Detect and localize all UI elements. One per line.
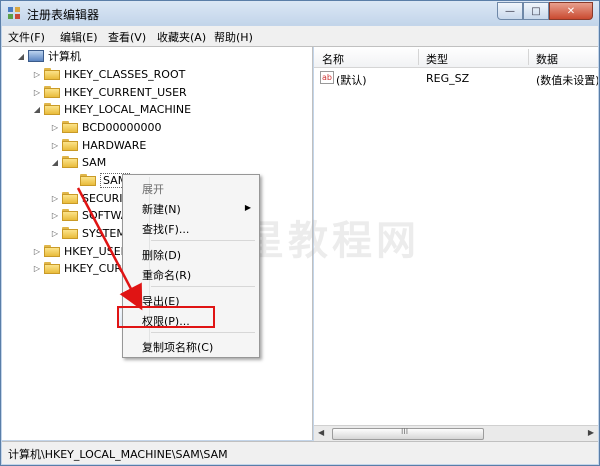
collapsed-arrow-icon[interactable]: ▷ (32, 247, 42, 256)
maximize-button[interactable]: □ (523, 2, 549, 20)
folder-icon (44, 86, 60, 98)
folder-icon (62, 121, 78, 133)
menu-view[interactable]: 查看(V) (108, 29, 146, 45)
scroll-grip-icon: III (401, 427, 409, 436)
tree-item-hkey-classes-root[interactable]: ▷ HKEY_CLASSES_ROOT (32, 65, 185, 83)
collapsed-arrow-icon[interactable]: ▷ (50, 194, 60, 203)
tree-item-label: HKEY_CLASSES_ROOT (64, 67, 186, 81)
expanded-arrow-icon[interactable]: ◢ (50, 158, 60, 167)
collapsed-arrow-icon[interactable]: ▷ (32, 88, 42, 97)
collapsed-arrow-icon[interactable]: ▷ (50, 123, 60, 132)
tree-item-label: HARDWARE (82, 138, 147, 152)
list-header: 名称 类型 数据 (314, 47, 598, 68)
menu-item-expand[interactable]: 展开 (142, 181, 164, 197)
tree-item-label: 计算机 (48, 50, 81, 63)
scroll-left-icon[interactable]: ◀ (318, 428, 324, 437)
menu-edit[interactable]: 编辑(E) (60, 29, 98, 45)
close-button[interactable]: ✕ (549, 2, 593, 20)
folder-icon (44, 245, 60, 257)
folder-icon (80, 174, 96, 186)
collapsed-arrow-icon[interactable]: ▷ (32, 264, 42, 273)
menu-favorites[interactable]: 收藏夹(A) (157, 29, 206, 45)
column-divider[interactable] (418, 49, 419, 65)
collapsed-arrow-icon[interactable]: ▷ (50, 229, 60, 238)
tree-item-sam-sam[interactable]: SAM (68, 171, 131, 189)
context-menu: 展开 新建(N) ▶ 查找(F)... 删除(D) 重命名(R) 导出(E) 权… (122, 174, 260, 358)
tree-item-hkey-local-machine[interactable]: ◢ HKEY_LOCAL_MACHINE (32, 100, 191, 118)
collapsed-arrow-icon[interactable]: ▷ (32, 70, 42, 79)
folder-icon (44, 103, 60, 115)
menu-item-delete[interactable]: 删除(D) (142, 247, 181, 263)
tree-item-computer[interactable]: ◢ 计算机 (16, 47, 81, 65)
tree-item-bcd00000000[interactable]: ▷ BCD00000000 (50, 118, 162, 136)
string-value-icon: ab (320, 71, 334, 84)
folder-icon (62, 192, 78, 204)
folder-icon (44, 262, 60, 274)
value-type: REG_SZ (426, 72, 470, 85)
title-bar: 注册表编辑器 — □ ✕ (1, 1, 599, 25)
folder-icon (62, 209, 78, 221)
folder-icon (62, 139, 78, 151)
column-header-name[interactable]: 名称 (322, 51, 344, 67)
value-name: (默认) (336, 74, 367, 87)
folder-icon (62, 156, 78, 168)
tree-item-system[interactable]: ▷ SYSTEM (50, 224, 126, 242)
expanded-arrow-icon[interactable]: ◢ (16, 52, 26, 61)
computer-icon (28, 50, 44, 62)
status-bar: 计算机\HKEY_LOCAL_MACHINE\SAM\SAM (2, 441, 598, 464)
tree-item-label: SYSTEM (82, 226, 126, 240)
value-data: (数值未设置) (536, 74, 598, 87)
column-header-type[interactable]: 类型 (426, 51, 448, 67)
menu-separator (151, 286, 255, 287)
tree-item-hardware[interactable]: ▷ HARDWARE (50, 136, 146, 154)
menu-item-new[interactable]: 新建(N) (142, 201, 181, 217)
tree-item-label: HKEY_LOCAL_MACHINE (64, 102, 192, 116)
folder-icon (44, 68, 60, 80)
collapsed-arrow-icon[interactable]: ▷ (50, 211, 60, 220)
collapsed-arrow-icon[interactable]: ▷ (50, 141, 60, 150)
tree-item-hkey-users[interactable]: ▷ HKEY_USERS (32, 242, 135, 260)
menu-separator (151, 240, 255, 241)
menu-separator (151, 332, 255, 333)
horizontal-scrollbar[interactable]: ◀ III ▶ (314, 425, 598, 441)
menu-bar: 文件(F) 编辑(E) 查看(V) 收藏夹(A) 帮助(H) (2, 26, 598, 47)
folder-icon (62, 227, 78, 239)
column-divider[interactable] (528, 49, 529, 65)
tree-item-label: BCD00000000 (82, 120, 162, 134)
window-title: 注册表编辑器 (27, 8, 100, 22)
menu-file[interactable]: 文件(F) (8, 29, 45, 45)
registry-editor-icon (8, 7, 20, 19)
list-item[interactable]: ab (默认) REG_SZ (数值未设置) (314, 69, 598, 87)
scroll-right-icon[interactable]: ▶ (588, 428, 594, 437)
menu-item-copy-key-name[interactable]: 复制项名称(C) (142, 339, 213, 355)
menu-item-find[interactable]: 查找(F)... (142, 221, 189, 237)
status-path: 计算机\HKEY_LOCAL_MACHINE\SAM\SAM (8, 448, 228, 461)
submenu-arrow-icon: ▶ (244, 203, 251, 212)
tree-item-sam[interactable]: ◢ SAM (50, 153, 106, 171)
tree-item-label: SAM (82, 155, 107, 169)
column-header-data[interactable]: 数据 (536, 51, 558, 67)
permissions-highlight-box (117, 306, 215, 328)
scrollbar-thumb[interactable]: III (332, 427, 484, 440)
tree-item-hkey-current-user[interactable]: ▷ HKEY_CURRENT_USER (32, 83, 187, 101)
tree-item-label: HKEY_CURRENT_USER (64, 85, 187, 99)
menu-item-rename[interactable]: 重命名(R) (142, 267, 191, 283)
menu-help[interactable]: 帮助(H) (214, 29, 253, 45)
minimize-button[interactable]: — (497, 2, 523, 20)
expanded-arrow-icon[interactable]: ◢ (32, 105, 42, 114)
